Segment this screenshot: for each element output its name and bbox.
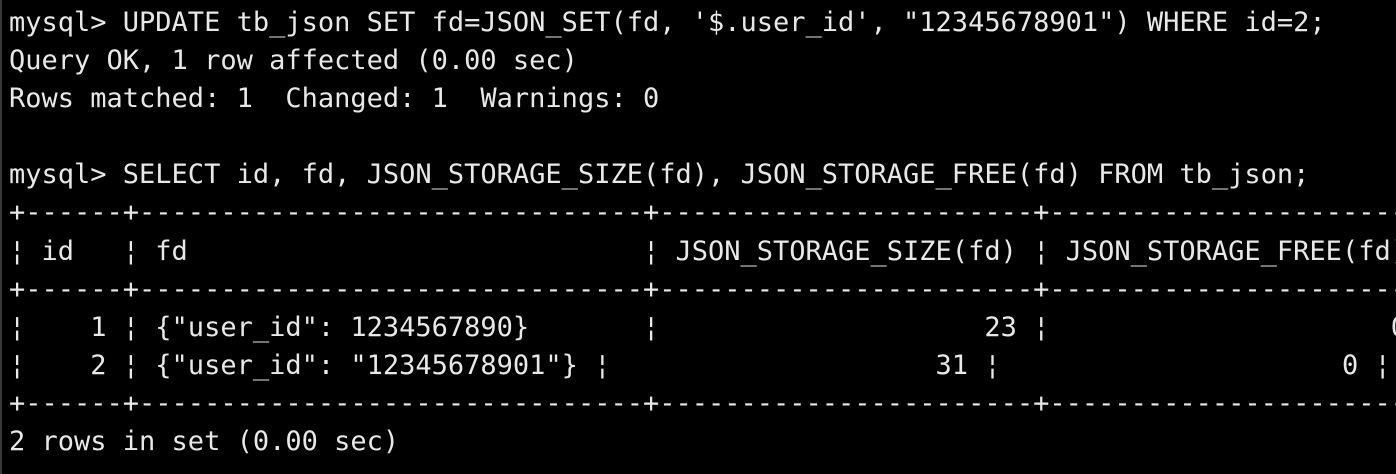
update-command-line: mysql> UPDATE tb_json SET fd=JSON_SET(fd…	[9, 7, 1326, 38]
rows-matched-line: Rows matched: 1 Changed: 1 Warnings: 0	[9, 83, 660, 115]
table-row: ¦ 1 ¦ {"user_id": 1234567890} ¦ 23 ¦ 0 ¦	[9, 311, 1396, 343]
rows-in-set-line: 2 rows in set (0.00 sec)	[9, 426, 400, 458]
query-ok-line: Query OK, 1 row affected (0.00 sec)	[9, 45, 578, 77]
terminal-window[interactable]: mysql> UPDATE tb_json SET fd=JSON_SET(fd…	[0, 0, 1396, 474]
table-header-separator: +------+-------------------------------+…	[9, 273, 1396, 305]
table-border-top: +------+-------------------------------+…	[9, 197, 1396, 229]
select-command-line: mysql> SELECT id, fd, JSON_STORAGE_SIZE(…	[9, 159, 1310, 191]
table-header-row: ¦ id ¦ fd ¦ JSON_STORAGE_SIZE(fd) ¦ JSON…	[9, 235, 1396, 267]
table-border-bottom: +------+-------------------------------+…	[9, 387, 1396, 419]
window-border	[0, 0, 2, 474]
table-row: ¦ 2 ¦ {"user_id": "12345678901"} ¦ 31 ¦ …	[9, 349, 1391, 381]
